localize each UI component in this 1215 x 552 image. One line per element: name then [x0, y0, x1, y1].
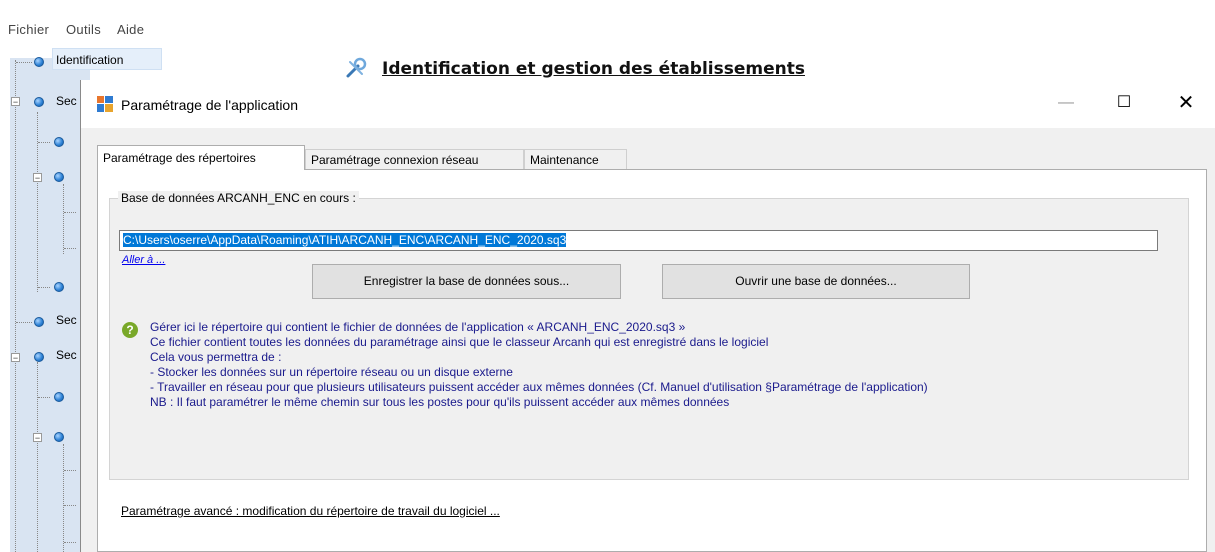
tab-page: Base de données ARCANH_ENC en cours : C:… [97, 169, 1207, 552]
tree-line [63, 444, 64, 552]
tree-item-section[interactable]: Sec [56, 313, 77, 327]
settings-dialog: Paramétrage de l'application — ☐ ✕ Param… [80, 80, 1215, 552]
database-path-input[interactable]: C:\Users\oserre\AppData\Roaming\ATIH\ARC… [119, 230, 1158, 251]
dialog-titlebar[interactable]: Paramétrage de l'application — ☐ ✕ [81, 80, 1215, 128]
open-database-button[interactable]: Ouvrir une base de données... [662, 264, 970, 299]
info-line: Cela vous permettra de : [150, 350, 282, 364]
group-label: Base de données ARCANH_ENC en cours : [118, 191, 359, 205]
tree-line [64, 248, 76, 249]
tree-item-identification[interactable]: Identification [56, 53, 123, 67]
menu-aide[interactable]: Aide [117, 22, 144, 37]
tab-maintenance[interactable]: Maintenance [524, 149, 627, 169]
minimize-button[interactable]: — [1043, 80, 1089, 128]
tree-node-icon [34, 97, 44, 107]
tree-item-section[interactable]: Sec [56, 348, 77, 362]
menubar: Fichier Outils Aide [0, 0, 1215, 40]
tree-node-icon [54, 432, 64, 442]
goto-link[interactable]: Aller à ... [122, 254, 165, 266]
info-line: - Stocker les données sur un répertoire … [150, 365, 513, 379]
tree-node-icon [54, 282, 64, 292]
tree-line [16, 322, 32, 323]
info-line: Gérer ici le répertoire qui contient le … [150, 320, 686, 334]
app-icon [97, 96, 113, 112]
menu-fichier[interactable]: Fichier [8, 22, 49, 37]
tree-line [37, 112, 38, 292]
expander-icon[interactable]: − [11, 97, 20, 107]
tree-node-icon [54, 137, 64, 147]
tree-line [64, 542, 76, 543]
maximize-button[interactable]: ☐ [1101, 80, 1147, 128]
dialog-title: Paramétrage de l'application [121, 97, 299, 113]
tree-node-icon [54, 172, 64, 182]
tree-line [38, 142, 50, 143]
tree-node-icon [34, 317, 44, 327]
tree-node-icon [54, 392, 64, 402]
expander-icon[interactable]: − [11, 353, 20, 363]
info-text: Gérer ici le répertoire qui contient le … [150, 320, 928, 410]
tree-background [10, 58, 90, 552]
tree-line [38, 287, 50, 288]
info-line: NB : Il faut paramétrer le même chemin s… [150, 395, 730, 409]
tree-line [16, 62, 32, 63]
settings-tools-icon [346, 57, 367, 78]
tree-line [64, 470, 76, 471]
tab-directories[interactable]: Paramétrage des répertoires [97, 145, 305, 170]
page-title: Identification et gestion des établissem… [382, 59, 805, 79]
expander-icon[interactable]: − [33, 173, 42, 183]
help-icon: ? [122, 322, 138, 338]
tree-node-icon [34, 57, 44, 67]
tree-line [37, 362, 38, 552]
tree-line [38, 397, 50, 398]
tree-item-section[interactable]: Sec [56, 94, 77, 108]
info-line: Ce fichier contient toutes les données d… [150, 335, 769, 349]
tree-line [15, 60, 16, 552]
close-button[interactable]: ✕ [1163, 80, 1209, 128]
tree-line [64, 212, 76, 213]
tree-node-icon [34, 352, 44, 362]
path-value: C:\Users\oserre\AppData\Roaming\ATIH\ARC… [123, 233, 567, 247]
save-database-as-button[interactable]: Enregistrer la base de données sous... [312, 264, 621, 299]
advanced-settings-link[interactable]: Paramétrage avancé : modification du rép… [121, 504, 500, 518]
tree-line [64, 505, 76, 506]
menu-outils[interactable]: Outils [66, 22, 101, 37]
tab-network[interactable]: Paramétrage connexion réseau [305, 149, 524, 169]
info-line: - Travailler en réseau pour que plusieur… [150, 380, 928, 394]
tree-line [63, 184, 64, 254]
expander-icon[interactable]: − [33, 433, 42, 443]
